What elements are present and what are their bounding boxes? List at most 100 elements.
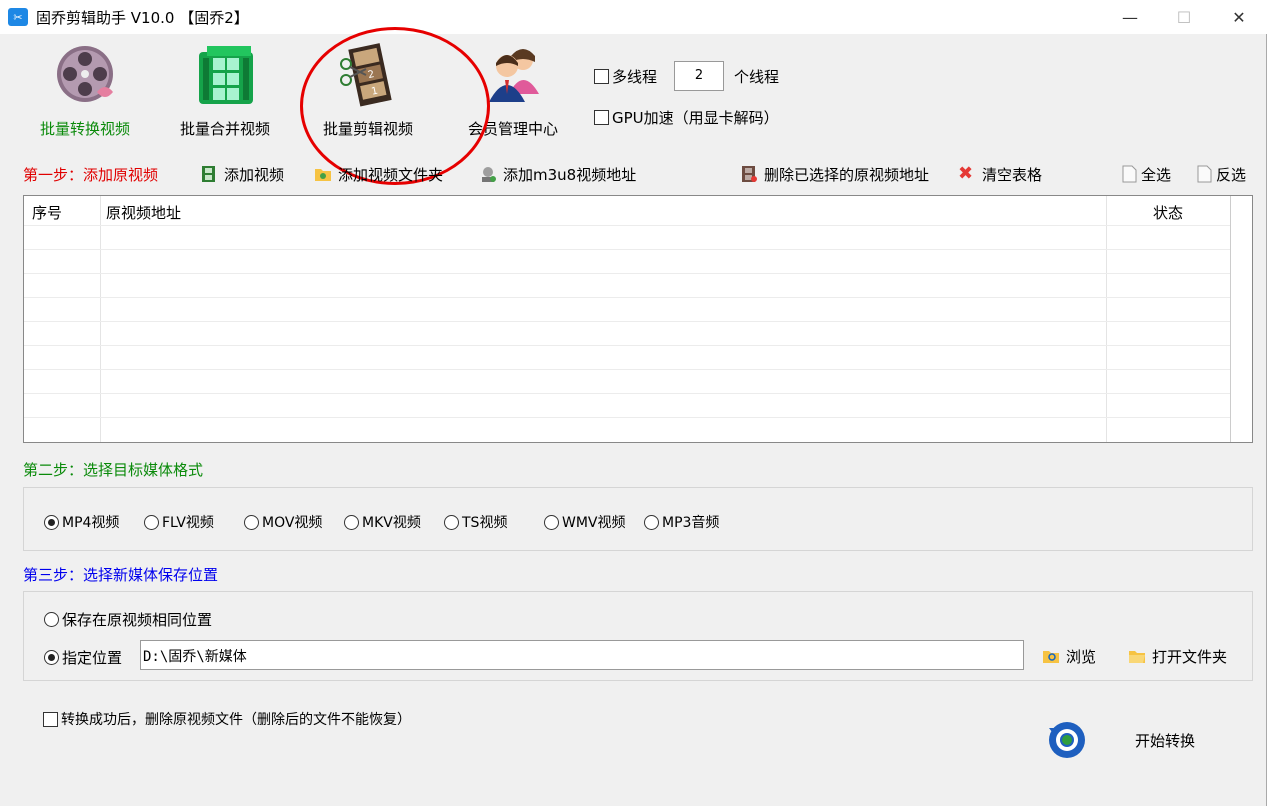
- save-custom-location-label: 指定位置: [62, 649, 123, 667]
- batch-merge-button[interactable]: 批量合并视频: [160, 42, 290, 142]
- delete-selected-button[interactable]: 删除已选择的原视频地址: [740, 162, 929, 186]
- table-row: [24, 321, 1230, 322]
- multithread-label: 多线程: [612, 68, 658, 86]
- gpu-checkbox[interactable]: [594, 110, 609, 125]
- add-m3u8-button[interactable]: 添加m3u8视频地址: [479, 162, 636, 186]
- background-window-edge: [1267, 0, 1275, 806]
- close-button[interactable]: ✕: [1212, 0, 1266, 34]
- column-index[interactable]: 序号: [32, 202, 62, 223]
- gpu-option[interactable]: GPU加速（用显卡解码）: [594, 107, 779, 128]
- scissors-icon: ✂: [8, 8, 28, 26]
- clear-table-label: 清空表格: [982, 165, 1043, 184]
- select-all-button[interactable]: 全选: [1120, 162, 1171, 186]
- delete-after-option[interactable]: 转换成功后，删除原视频文件（删除后的文件不能恢复）: [43, 709, 411, 729]
- folder-icon: [1129, 651, 1145, 663]
- start-convert-label: 开始转换: [1135, 732, 1196, 750]
- format-wmv[interactable]: WMV视频: [544, 512, 626, 532]
- save-custom-location-radio[interactable]: [44, 650, 59, 665]
- main-window: ✂ 固乔剪辑助手 V10.0 【固乔2】 — ☐ ✕ 批量转换视频 批量合并视频…: [0, 0, 1267, 806]
- format-mov[interactable]: MOV视频: [244, 512, 322, 532]
- start-convert-button[interactable]: 开始转换: [1045, 718, 1215, 762]
- film-strip-grid-icon: [199, 46, 253, 104]
- format-ts-radio[interactable]: [444, 514, 459, 530]
- format-mkv-label: MKV视频: [362, 515, 421, 531]
- save-same-location-label: 保存在原视频相同位置: [62, 611, 213, 629]
- save-custom-location[interactable]: 指定位置: [44, 647, 122, 668]
- add-folder-label: 添加视频文件夹: [338, 165, 444, 184]
- format-wmv-label: WMV视频: [562, 515, 626, 531]
- document-icon: [1197, 165, 1212, 183]
- format-mkv[interactable]: MKV视频: [344, 512, 421, 532]
- format-mp3-radio[interactable]: [644, 514, 659, 530]
- delete-after-label: 转换成功后，删除原视频文件（删除后的文件不能恢复）: [61, 712, 411, 728]
- table-row: [24, 345, 1230, 346]
- table-divider: [1106, 196, 1107, 442]
- title-bar: ✂ 固乔剪辑助手 V10.0 【固乔2】 — ☐ ✕: [0, 0, 1267, 34]
- add-video-label: 添加视频: [224, 165, 285, 184]
- table-row: [24, 417, 1230, 418]
- save-path-input[interactable]: D:\固乔\新媒体: [140, 640, 1024, 670]
- invert-select-button[interactable]: 反选: [1195, 162, 1246, 186]
- multithread-option[interactable]: 多线程: [594, 66, 657, 87]
- video-table[interactable]: 序号 原视频地址 状态: [23, 195, 1253, 443]
- format-mp4-radio[interactable]: [44, 514, 59, 530]
- add-video-button[interactable]: 添加视频: [200, 162, 284, 186]
- save-same-location[interactable]: 保存在原视频相同位置: [44, 609, 212, 630]
- select-all-label: 全选: [1141, 165, 1172, 184]
- scrollbar-track[interactable]: [1230, 196, 1231, 442]
- clear-table-button[interactable]: ✖ 清空表格: [958, 162, 1042, 186]
- table-row: [24, 369, 1230, 370]
- column-source-path[interactable]: 原视频地址: [106, 202, 181, 223]
- window-title: 固乔剪辑助手 V10.0 【固乔2】: [36, 8, 249, 27]
- column-status[interactable]: 状态: [1153, 202, 1183, 223]
- format-mp4[interactable]: MP4视频: [44, 512, 119, 532]
- step1-title: 第一步：添加原视频: [23, 166, 159, 184]
- multithread-checkbox[interactable]: [594, 69, 609, 84]
- gpu-label: GPU加速（用显卡解码）: [612, 109, 779, 127]
- table-header: 序号 原视频地址 状态: [24, 196, 1252, 226]
- format-mov-label: MOV视频: [262, 515, 323, 531]
- maximize-button[interactable]: ☐: [1157, 0, 1211, 34]
- folder-search-icon: [1043, 651, 1059, 663]
- close-icon: ✖: [958, 163, 974, 184]
- users-icon: [489, 49, 539, 102]
- thread-count-input[interactable]: 2: [674, 61, 724, 91]
- refresh-icon: [1049, 722, 1085, 758]
- document-icon: [1122, 165, 1137, 183]
- format-ts[interactable]: TS视频: [444, 512, 507, 532]
- table-row: [24, 297, 1230, 298]
- step3-title: 第三步：选择新媒体保存位置: [23, 566, 219, 584]
- format-mkv-radio[interactable]: [344, 514, 359, 530]
- batch-merge-label: 批量合并视频: [179, 120, 270, 138]
- table-divider: [100, 196, 101, 442]
- minimize-button[interactable]: —: [1103, 0, 1157, 34]
- browse-label: 浏览: [1066, 647, 1097, 666]
- invert-select-label: 反选: [1216, 165, 1247, 184]
- delete-after-checkbox[interactable]: [43, 711, 58, 727]
- open-folder-button[interactable]: 打开文件夹: [1128, 644, 1227, 668]
- add-folder-button[interactable]: 添加视频文件夹: [314, 162, 443, 186]
- link-add-icon: [482, 167, 496, 182]
- batch-convert-button[interactable]: 批量转换视频: [20, 42, 150, 142]
- film-delete-icon: [742, 166, 757, 182]
- format-mp3-label: MP3音频: [662, 515, 720, 531]
- format-ts-label: TS视频: [462, 515, 508, 531]
- add-m3u8-label: 添加m3u8视频地址: [503, 165, 637, 184]
- format-flv-label: FLV视频: [162, 515, 214, 531]
- format-flv[interactable]: FLV视频: [144, 512, 214, 532]
- format-mp4-label: MP4视频: [62, 515, 120, 531]
- browse-button[interactable]: 浏览: [1042, 644, 1096, 668]
- format-mp3[interactable]: MP3音频: [644, 512, 719, 532]
- step2-title: 第二步：选择目标媒体格式: [23, 461, 204, 479]
- folder-add-icon: [315, 169, 331, 181]
- film-reel-icon: [57, 46, 113, 102]
- delete-selected-label: 删除已选择的原视频地址: [764, 165, 930, 184]
- format-flv-radio[interactable]: [144, 514, 159, 530]
- table-row: [24, 225, 1230, 226]
- format-mov-radio[interactable]: [244, 514, 259, 530]
- batch-convert-label: 批量转换视频: [39, 120, 130, 138]
- save-same-location-radio[interactable]: [44, 612, 59, 627]
- format-wmv-radio[interactable]: [544, 514, 559, 530]
- table-row: [24, 393, 1230, 394]
- film-add-icon: [202, 166, 215, 182]
